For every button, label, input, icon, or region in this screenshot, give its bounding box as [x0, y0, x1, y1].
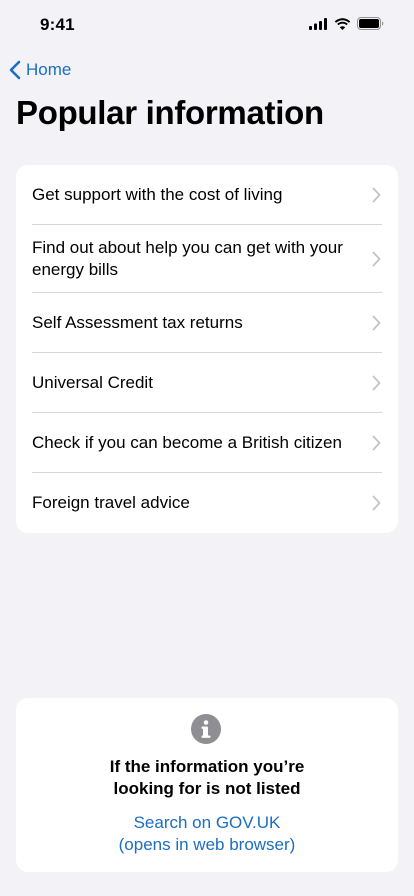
list-item-label: Self Assessment tax returns [32, 313, 243, 332]
list-item-label: Check if you can become a British citize… [32, 433, 342, 452]
popular-info-list: Get support with the cost of living Find… [16, 165, 398, 533]
list-item-foreign-travel[interactable]: Foreign travel advice [16, 473, 398, 533]
list-item-british-citizen[interactable]: Check if you can become a British citize… [16, 413, 398, 473]
status-time: 9:41 [40, 15, 75, 34]
chevron-right-icon [372, 187, 381, 203]
not-listed-card: If the information you’re looking for is… [16, 698, 398, 872]
page-title: Popular information [16, 94, 324, 131]
wifi-icon [334, 17, 351, 30]
list-item-energy-bills[interactable]: Find out about help you can get with you… [16, 225, 398, 293]
chevron-right-icon [372, 495, 381, 511]
search-govuk-link[interactable]: Search on GOV.UK (opens in web browser) [16, 812, 398, 856]
back-button[interactable]: Home [8, 56, 71, 84]
info-icon [191, 714, 221, 744]
chevron-right-icon [372, 375, 381, 391]
not-listed-message: If the information you’re looking for is… [16, 756, 398, 800]
list-item-universal-credit[interactable]: Universal Credit [16, 353, 398, 413]
list-item-label: Foreign travel advice [32, 493, 190, 512]
list-item-label: Universal Credit [32, 373, 153, 392]
search-govuk-link-line2: (opens in web browser) [118, 835, 296, 854]
list-item-cost-of-living[interactable]: Get support with the cost of living [16, 165, 398, 225]
list-item-self-assessment[interactable]: Self Assessment tax returns [16, 293, 398, 353]
chevron-right-icon [372, 435, 381, 451]
chevron-left-icon [9, 60, 21, 80]
list-item-label: Find out about help you can get with you… [32, 238, 343, 279]
chevron-right-icon [372, 315, 381, 331]
search-govuk-link-line1: Search on GOV.UK [133, 813, 281, 832]
back-label: Home [26, 60, 72, 79]
chevron-right-icon [372, 251, 381, 267]
battery-icon [357, 17, 384, 30]
not-listed-message-line1: If the information you’re [109, 757, 305, 776]
status-icons [309, 17, 384, 30]
not-listed-message-line2: looking for is not listed [113, 779, 301, 798]
status-bar: 9:41 [0, 0, 414, 50]
cellular-signal-icon [309, 17, 327, 30]
list-item-label: Get support with the cost of living [32, 185, 283, 204]
